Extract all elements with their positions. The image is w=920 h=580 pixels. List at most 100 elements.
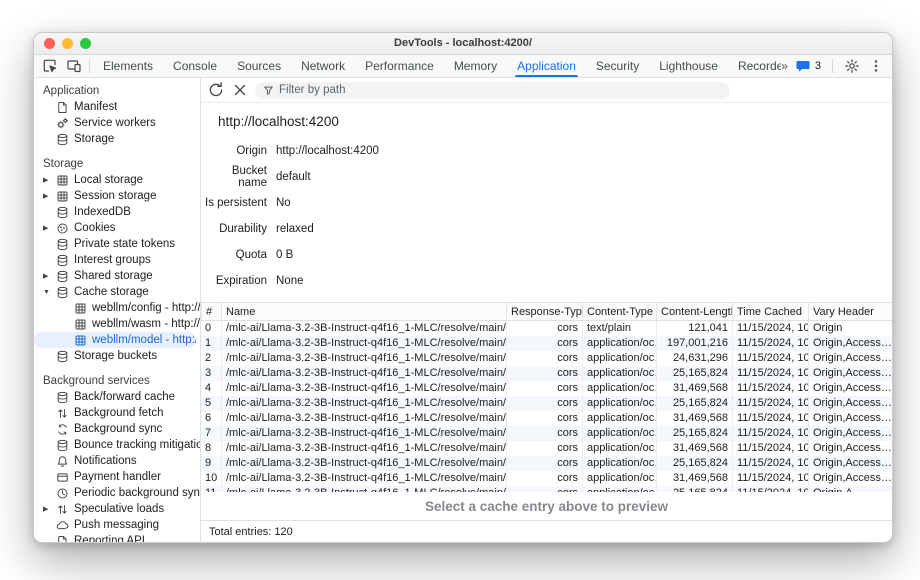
column-header-vary-header[interactable]: Vary Header bbox=[808, 303, 892, 320]
chevron-right-icon[interactable]: ▶ bbox=[43, 192, 55, 200]
table-row[interactable]: 2/mlc-ai/Llama-3.2-3B-Instruct-q4f16_1-M… bbox=[201, 351, 892, 366]
sidebar-item-webllm-config-http-loc[interactable]: webllm/config - http://loc… bbox=[34, 300, 200, 316]
table-row[interactable]: 1/mlc-ai/Llama-3.2-3B-Instruct-q4f16_1-M… bbox=[201, 336, 892, 351]
chevron-down-icon[interactable]: ▼ bbox=[43, 289, 55, 296]
chevron-right-icon[interactable]: ▶ bbox=[43, 224, 55, 232]
kebab-menu-icon[interactable] bbox=[868, 58, 884, 74]
sidebar-item-background-sync[interactable]: Background sync bbox=[34, 421, 200, 437]
sidebar-item-cookies[interactable]: ▶ Cookies bbox=[34, 220, 200, 236]
sidebar-item-label: Reporting API bbox=[74, 535, 145, 542]
tab-application[interactable]: Application bbox=[507, 55, 586, 77]
tab-recorder[interactable]: Recorder bbox=[728, 55, 781, 77]
arrows-up-down-icon bbox=[55, 406, 69, 420]
cell-content-type: application/oc… bbox=[582, 456, 656, 471]
issues-counter[interactable]: 3 bbox=[795, 58, 821, 74]
refresh-icon[interactable] bbox=[207, 81, 225, 99]
table-row[interactable]: 0/mlc-ai/Llama-3.2-3B-Instruct-q4f16_1-M… bbox=[201, 321, 892, 336]
sidebar-item-push-messaging[interactable]: Push messaging bbox=[34, 517, 200, 533]
cell-content-length: 31,469,568 bbox=[656, 471, 732, 486]
sidebar-item-manifest[interactable]: Manifest bbox=[34, 99, 200, 115]
tab-label: Application bbox=[517, 59, 576, 73]
cell-response-type: cors bbox=[506, 456, 582, 471]
sidebar-item-label: Shared storage bbox=[74, 270, 153, 282]
tab-elements[interactable]: Elements bbox=[93, 55, 163, 77]
window-title: DevTools - localhost:4200/ bbox=[34, 37, 892, 49]
chevron-right-icon[interactable]: ▶ bbox=[43, 272, 55, 280]
table-row[interactable]: 5/mlc-ai/Llama-3.2-3B-Instruct-q4f16_1-M… bbox=[201, 396, 892, 411]
cell-vary-header: Origin bbox=[808, 321, 892, 336]
cell-name: /mlc-ai/Llama-3.2-3B-Instruct-q4f16_1-ML… bbox=[221, 396, 506, 411]
sidebar-item-indexeddb[interactable]: IndexedDB bbox=[34, 204, 200, 220]
sidebar-item-private-state-tokens[interactable]: Private state tokens bbox=[34, 236, 200, 252]
column-header-name[interactable]: Name bbox=[221, 303, 506, 320]
column-header-time-cached[interactable]: Time Cached bbox=[732, 303, 808, 320]
sidebar-item-session-storage[interactable]: ▶Session storage bbox=[34, 188, 200, 204]
more-tabs-button[interactable]: » bbox=[781, 59, 787, 73]
tab-label: Lighthouse bbox=[659, 59, 718, 73]
cell-time-cached: 11/15/2024, 10… bbox=[732, 411, 808, 426]
sidebar-item-local-storage[interactable]: ▶Local storage bbox=[34, 172, 200, 188]
cookie-icon bbox=[55, 221, 69, 235]
table-row[interactable]: 4/mlc-ai/Llama-3.2-3B-Instruct-q4f16_1-M… bbox=[201, 381, 892, 396]
sidebar-item-speculative-loads[interactable]: ▶Speculative loads bbox=[34, 501, 200, 517]
sidebar-item-back-forward-cache[interactable]: Back/forward cache bbox=[34, 389, 200, 405]
sidebar-item-service-workers[interactable]: Service workers bbox=[34, 115, 200, 131]
sidebar-item-bounce-tracking-mitigations[interactable]: Bounce tracking mitigations bbox=[34, 437, 200, 453]
sidebar-item-label: Payment handler bbox=[74, 471, 161, 483]
chevron-right-icon[interactable]: ▶ bbox=[43, 505, 55, 513]
table-row[interactable]: 3/mlc-ai/Llama-3.2-3B-Instruct-q4f16_1-M… bbox=[201, 366, 892, 381]
table-row[interactable]: 7/mlc-ai/Llama-3.2-3B-Instruct-q4f16_1-M… bbox=[201, 426, 892, 441]
sidebar-item-label: Cookies bbox=[74, 222, 116, 234]
column-header-content-type[interactable]: Content-Type bbox=[582, 303, 656, 320]
table-row[interactable]: 9/mlc-ai/Llama-3.2-3B-Instruct-q4f16_1-M… bbox=[201, 456, 892, 471]
sidebar-item-notifications[interactable]: Notifications bbox=[34, 453, 200, 469]
cache-toolbar: Filter by path bbox=[201, 78, 892, 103]
tab-network[interactable]: Network bbox=[291, 55, 355, 77]
database-icon bbox=[55, 205, 69, 219]
tab-memory[interactable]: Memory bbox=[444, 55, 507, 77]
sidebar-item-reporting-api[interactable]: Reporting API bbox=[34, 533, 200, 542]
sidebar-item-shared-storage[interactable]: ▶ Shared storage bbox=[34, 268, 200, 284]
sidebar-item-payment-handler[interactable]: Payment handler bbox=[34, 469, 200, 485]
toolbar-divider bbox=[89, 59, 90, 73]
sidebar-item-periodic-background-sync[interactable]: Periodic background sync bbox=[34, 485, 200, 501]
sidebar-item-background-fetch[interactable]: Background fetch bbox=[34, 405, 200, 421]
chevron-right-icon[interactable]: ▶ bbox=[43, 176, 55, 184]
sidebar-item-webllm-wasm-http-loca[interactable]: webllm/wasm - http://loca… bbox=[34, 316, 200, 332]
database-icon bbox=[55, 132, 69, 146]
cell-response-type: cors bbox=[506, 441, 582, 456]
device-toolbar-icon[interactable] bbox=[66, 58, 82, 74]
tab-console[interactable]: Console bbox=[163, 55, 227, 77]
sidebar-item-webllm-model-http-loc[interactable]: webllm/model - http://loc… bbox=[34, 332, 196, 348]
sidebar-item-storage-buckets[interactable]: Storage buckets bbox=[34, 348, 200, 364]
sidebar-item-cache-storage[interactable]: ▼Cache storage bbox=[34, 284, 200, 300]
database-icon bbox=[55, 349, 69, 363]
tab-security[interactable]: Security bbox=[586, 55, 649, 77]
total-entries-label: Total entries: 120 bbox=[209, 526, 293, 538]
cell-time-cached: 11/15/2024, 10… bbox=[732, 321, 808, 336]
cell-: 4 bbox=[201, 381, 221, 396]
clear-icon[interactable] bbox=[231, 81, 249, 99]
column-header-[interactable]: # bbox=[201, 303, 221, 320]
cell-time-cached: 11/15/2024, 10… bbox=[732, 396, 808, 411]
table-row[interactable]: 6/mlc-ai/Llama-3.2-3B-Instruct-q4f16_1-M… bbox=[201, 411, 892, 426]
cell-vary-header: Origin,Access… bbox=[808, 396, 892, 411]
sidebar-item-interest-groups[interactable]: Interest groups bbox=[34, 252, 200, 268]
tab-sources[interactable]: Sources bbox=[227, 55, 291, 77]
table-row[interactable]: 8/mlc-ai/Llama-3.2-3B-Instruct-q4f16_1-M… bbox=[201, 441, 892, 456]
tab-performance[interactable]: Performance bbox=[355, 55, 444, 77]
cell-: 2 bbox=[201, 351, 221, 366]
database-icon bbox=[55, 285, 69, 299]
filter-input[interactable]: Filter by path bbox=[255, 82, 730, 99]
origin-heading: http://localhost:4200 bbox=[201, 103, 892, 132]
tab-lighthouse[interactable]: Lighthouse bbox=[649, 55, 728, 77]
column-header-content-length[interactable]: Content-Length bbox=[656, 303, 732, 320]
settings-gear-icon[interactable] bbox=[844, 58, 860, 74]
issues-count: 3 bbox=[815, 60, 821, 72]
column-header-response-type[interactable]: Response-Type bbox=[506, 303, 582, 320]
inspect-element-icon[interactable] bbox=[42, 58, 58, 74]
clock-icon bbox=[55, 486, 69, 500]
cell-vary-header: Origin,Access… bbox=[808, 366, 892, 381]
table-row[interactable]: 10/mlc-ai/Llama-3.2-3B-Instruct-q4f16_1-… bbox=[201, 471, 892, 486]
sidebar-item-storage[interactable]: Storage bbox=[34, 131, 200, 147]
